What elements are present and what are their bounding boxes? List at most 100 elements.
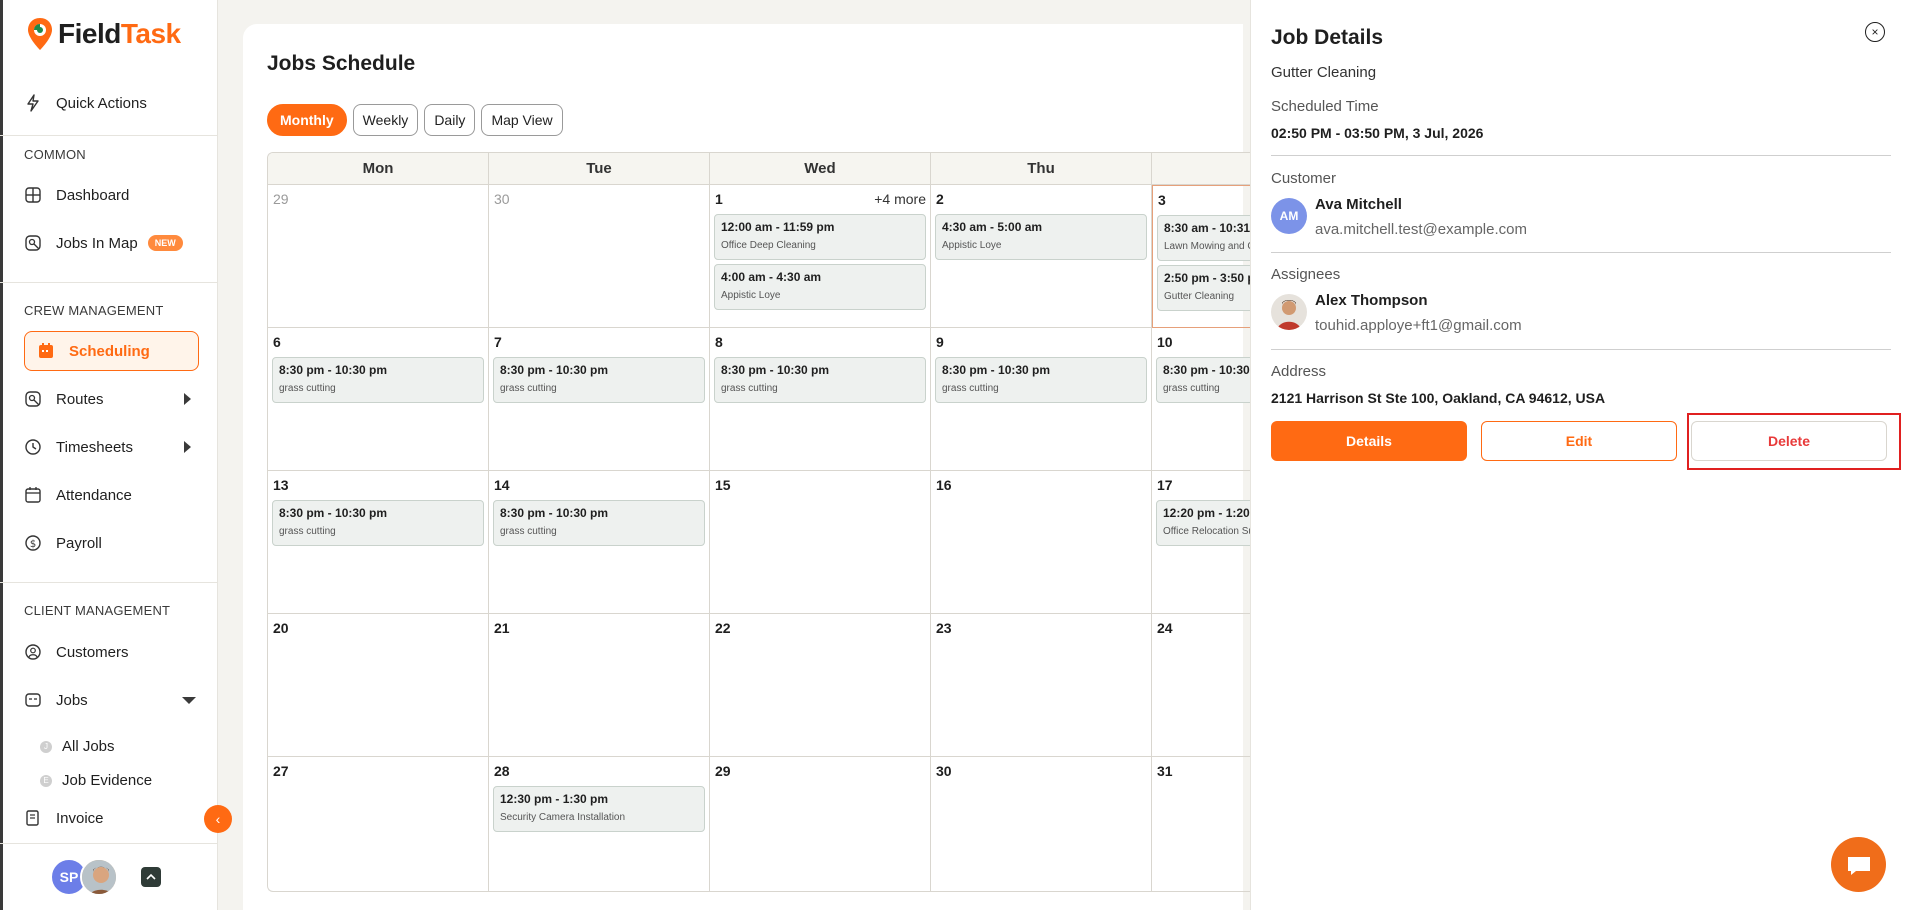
event-name: Appistic Loye (942, 240, 1002, 251)
sidebar-item-invoice[interactable]: Invoice (24, 800, 104, 836)
weekday-header: Wed (710, 153, 931, 185)
event-time: 8:30 pm - 10:30 pm (721, 363, 830, 377)
calendar-day-cell[interactable]: 14 8:30 pm - 10:30 pm grass cutting (489, 471, 710, 614)
payroll-icon: $ (24, 534, 42, 552)
sidebar-item-routes[interactable]: Routes (24, 381, 104, 417)
calendar-event[interactable]: 8:30 pm - 10:30 pm grass cutting (272, 357, 484, 403)
close-button[interactable]: × (1865, 22, 1885, 42)
brand-name-part2: Task (120, 18, 181, 49)
calendar-event[interactable]: 4:00 am - 4:30 am Appistic Loye (714, 264, 926, 310)
calendar-event[interactable]: 8:30 pm - 10:30 pm grass cutting (493, 357, 705, 403)
sidebar-item-customers[interactable]: Customers (24, 634, 129, 670)
calendar-day-cell[interactable]: 16 (931, 471, 1152, 614)
calendar-event[interactable]: 8:30 pm - 10:30 pm grass cutting (935, 357, 1147, 403)
chevron-right-icon[interactable] (184, 441, 191, 453)
tab-daily[interactable]: Daily (424, 104, 476, 136)
event-time: 12:30 pm - 1:30 pm (500, 792, 609, 806)
chat-icon (1847, 856, 1870, 875)
bullet-icon: E (40, 774, 52, 787)
weekday-header: Tue (489, 153, 710, 185)
sidebar-item-label: Job Evidence (62, 772, 153, 789)
sidebar-item-label: Invoice (56, 809, 104, 827)
sidebar-divider (0, 282, 218, 283)
calendar-day-cell[interactable]: 22 (710, 614, 931, 757)
event-name: grass cutting (500, 383, 557, 394)
close-icon: × (1871, 25, 1879, 39)
customers-icon (24, 643, 42, 661)
calendar-day-cell[interactable]: 9 8:30 pm - 10:30 pm grass cutting (931, 328, 1152, 471)
calendar-day-cell[interactable]: 30 (931, 757, 1152, 891)
sidebar-item-scheduling[interactable]: Scheduling (24, 331, 199, 371)
assignee-name[interactable]: Alex Thompson (1315, 292, 1428, 309)
customer-name[interactable]: Ava Mitchell (1315, 196, 1402, 213)
sidebar-subitem-all-jobs[interactable]: J All Jobs (40, 738, 115, 755)
calendar-day-cell[interactable]: 27 (268, 757, 489, 891)
sidebar-item-label: Attendance (56, 486, 132, 504)
tab-map-view[interactable]: Map View (481, 104, 563, 136)
routes-icon (24, 390, 42, 408)
more-events-link[interactable]: +4 more (874, 191, 926, 207)
sidebar-subitem-job-evidence[interactable]: E Job Evidence (40, 772, 152, 789)
customer-label: Customer (1271, 170, 1337, 187)
chevron-left-icon: ‹ (215, 811, 221, 827)
calendar-event[interactable]: 8:30 pm - 10:30 pm grass cutting (714, 357, 926, 403)
chevron-down-icon[interactable] (182, 697, 196, 704)
day-number: 17 (1157, 477, 1173, 493)
separator (1271, 349, 1891, 350)
calendar-day-cell[interactable]: 8 8:30 pm - 10:30 pm grass cutting (710, 328, 931, 471)
calendar-day-cell[interactable]: 28 12:30 pm - 1:30 pm Security Camera Inst… (489, 757, 710, 891)
calendar-day-cell[interactable]: 1 +4 more 12:00 am - 11:59 pm Office Deep C… (710, 185, 931, 328)
calendar-day-cell[interactable]: 15 (710, 471, 931, 614)
page-title: Jobs Schedule (267, 52, 416, 75)
event-time: 8:30 pm - 10:30 pm (279, 506, 388, 520)
assignee-avatar (1271, 294, 1307, 330)
calendar-event[interactable]: 12:00 am - 11:59 pm Office Deep Cleaning (714, 214, 926, 260)
sidebar-item-payroll[interactable]: $ Payroll (24, 525, 102, 561)
sidebar-item-label: Payroll (56, 534, 102, 552)
collapse-sidebar-button[interactable]: ‹ (204, 805, 232, 833)
event-time: 12:00 am - 11:59 pm (721, 220, 835, 234)
user-photo-avatar[interactable] (80, 858, 118, 896)
sidebar-item-jobs-in-map[interactable]: Jobs In Map NEW (24, 225, 183, 261)
calendar-day-cell[interactable]: 2 4:30 am - 5:00 am Appistic Loye (931, 185, 1152, 328)
main-content: Jobs Schedule Monthly Weekly Daily Map V… (243, 24, 1267, 910)
brand-name: FieldTask (58, 18, 181, 50)
address-value: 2121 Harrison St Ste 100, Oakland, CA 94… (1271, 390, 1606, 406)
event-name: grass cutting (721, 383, 778, 394)
calendar-day-cell[interactable]: 30 (489, 185, 710, 328)
calendar-icon (37, 342, 55, 360)
svg-text:$: $ (30, 539, 36, 550)
brand-logo[interactable]: FieldTask (26, 16, 181, 52)
sidebar-item-timesheets[interactable]: Timesheets (24, 429, 133, 465)
tab-weekly[interactable]: Weekly (352, 104, 419, 136)
chevron-up-button[interactable] (141, 867, 161, 887)
calendar-event[interactable]: 12:30 pm - 1:30 pm Security Camera Instal… (493, 786, 705, 832)
calendar-day-cell[interactable]: 20 (268, 614, 489, 757)
calendar-day-cell[interactable]: 6 8:30 pm - 10:30 pm grass cutting (268, 328, 489, 471)
chevron-right-icon[interactable] (184, 393, 191, 405)
calendar-event[interactable]: 8:30 pm - 10:30 pm grass cutting (493, 500, 705, 546)
calendar-day-cell[interactable]: 7 8:30 pm - 10:30 pm grass cutting (489, 328, 710, 471)
calendar-day-cell[interactable]: 21 (489, 614, 710, 757)
calendar-day-cell[interactable]: 29 (268, 185, 489, 328)
sidebar-divider (0, 582, 218, 583)
bullet-icon: J (40, 740, 52, 753)
edit-button[interactable]: Edit (1481, 421, 1677, 461)
details-button[interactable]: Details (1271, 421, 1467, 461)
attendance-icon (24, 486, 42, 504)
calendar-day-cell[interactable]: 29 (710, 757, 931, 891)
chat-button[interactable] (1831, 837, 1886, 892)
calendar-day-cell[interactable]: 23 (931, 614, 1152, 757)
sidebar-item-label: Quick Actions (56, 94, 147, 112)
sidebar-item-attendance[interactable]: Attendance (24, 477, 132, 513)
tab-monthly[interactable]: Monthly (267, 104, 347, 136)
calendar-event[interactable]: 8:30 pm - 10:30 pm grass cutting (272, 500, 484, 546)
sidebar-item-quick-actions[interactable]: Quick Actions (24, 85, 147, 121)
sidebar-item-jobs[interactable]: Jobs (24, 682, 88, 718)
calendar-day-cell[interactable]: 13 8:30 pm - 10:30 pm grass cutting (268, 471, 489, 614)
calendar-event[interactable]: 4:30 am - 5:00 am Appistic Loye (935, 214, 1147, 260)
sidebar-item-label: Dashboard (56, 186, 130, 204)
day-number: 30 (936, 763, 952, 779)
day-number: 23 (936, 620, 952, 636)
sidebar-item-dashboard[interactable]: Dashboard (24, 177, 129, 213)
